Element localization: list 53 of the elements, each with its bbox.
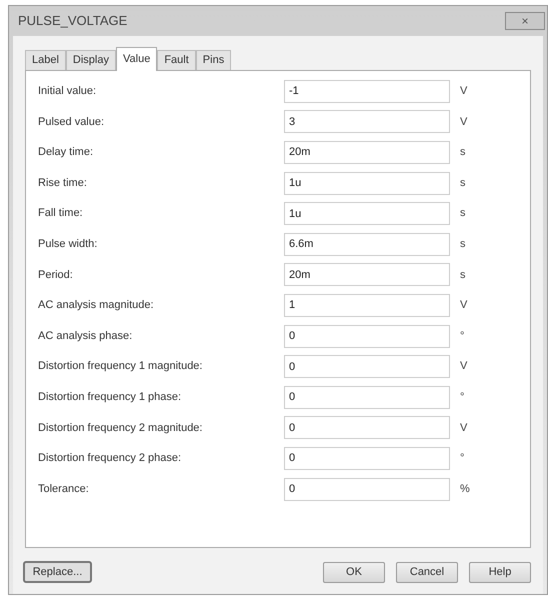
tab[interactable]: Fault [157, 50, 196, 70]
dialog-button[interactable]: OK [323, 562, 385, 582]
unit-label: ° [460, 390, 464, 405]
unit-label: s [460, 145, 466, 160]
field-label: AC analysis magnitude: [38, 298, 155, 314]
field-label: Distortion frequency 1 magnitude: [38, 359, 204, 374]
unit-label: ° [460, 328, 464, 344]
tab[interactable]: Pins [196, 50, 232, 70]
unit-label: % [460, 482, 470, 497]
unit-label: V [460, 359, 468, 374]
field-label: Initial value: [38, 84, 98, 100]
input-field[interactable]: 1u [284, 172, 450, 195]
field-label: Rise time: [38, 176, 88, 191]
tab[interactable]: Label [25, 50, 66, 70]
tab[interactable]: Value [116, 47, 158, 71]
input-field[interactable]: -1 [284, 80, 450, 103]
input-field[interactable]: 6.6m [284, 232, 450, 256]
input-field[interactable]: 0 [284, 324, 450, 348]
window-title: PULSE_VOLTAGE [18, 12, 128, 30]
input-field[interactable]: 20m [284, 140, 450, 164]
input-field[interactable]: 1u [284, 202, 450, 226]
input-field[interactable]: 1 [284, 294, 450, 317]
close-button[interactable]: × [505, 12, 545, 30]
field-label: Pulsed value: [38, 114, 106, 130]
field-label: Fall time: [38, 206, 84, 222]
dialog-button[interactable]: Cancel [396, 562, 458, 582]
input-field[interactable]: 0 [284, 386, 450, 409]
input-field[interactable]: 0 [284, 355, 450, 378]
input-field[interactable]: 0 [284, 446, 450, 470]
input-field[interactable]: 20m [284, 263, 450, 286]
dialog-button[interactable]: Help [469, 562, 531, 582]
field-label: Distortion frequency 2 phase: [38, 451, 182, 466]
unit-label: V [460, 420, 468, 436]
field-label: Period: [38, 268, 74, 283]
tab[interactable]: Display [66, 50, 116, 70]
unit-label: ° [460, 451, 464, 466]
unit-label: V [460, 298, 468, 314]
unit-label: V [460, 114, 468, 130]
field-label: Delay time: [38, 145, 94, 160]
input-field[interactable]: 0 [284, 416, 450, 440]
replace-button[interactable]: Replace... [23, 561, 92, 583]
unit-label: s [460, 176, 466, 191]
unit-label: s [460, 237, 466, 252]
field-label: Distortion frequency 1 phase: [38, 390, 182, 405]
field-label: AC analysis phase: [38, 328, 134, 344]
field-label: Distortion frequency 2 magnitude: [38, 420, 204, 436]
input-field[interactable]: 0 [284, 478, 450, 501]
unit-label: V [460, 84, 468, 100]
field-label: Pulse width: [38, 237, 98, 252]
unit-label: s [460, 268, 466, 283]
input-field[interactable]: 3 [284, 110, 450, 134]
unit-label: s [460, 206, 466, 222]
field-label: Tolerance: [38, 482, 90, 497]
